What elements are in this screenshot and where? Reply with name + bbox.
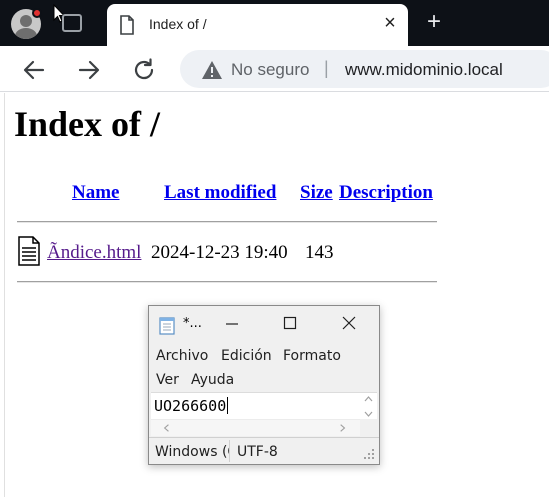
page-icon [120,15,134,35]
plus-icon[interactable]: + [422,10,446,34]
avatar-body [15,28,37,39]
page-title: Index of / [14,104,161,144]
omnibox-divider: | [324,58,329,78]
text-editor-area[interactable]: UO266600 [151,392,377,436]
column-header-description[interactable]: Description [339,182,433,204]
file-size: 143 [305,242,334,263]
encoding-status: UTF-8 [237,444,278,460]
column-header-size[interactable]: Size [300,182,333,204]
text-caret [227,397,229,414]
browser-toolbar: No seguro | www.midominio.local [0,46,549,92]
maximize-icon[interactable] [279,312,301,334]
menu-edicion[interactable]: Edición [221,348,272,364]
avatar-head [20,15,32,27]
tab-strip: Index of / × + [0,0,549,46]
minimize-icon[interactable] [221,312,243,334]
document-icon [18,236,40,266]
security-status-label[interactable]: No seguro [231,60,309,80]
column-header-name[interactable]: Name [72,182,119,204]
size-grip-icon[interactable] [363,448,375,460]
column-header-last-modified[interactable]: Last modified [164,182,276,204]
horizontal-scrollbar[interactable] [151,419,360,436]
close-icon[interactable] [338,312,360,334]
tab-title: Index of / [149,16,207,32]
url-text[interactable]: www.midominio.local [345,60,503,80]
notepad-window[interactable]: *... Archivo Edición Formato Ver Ayuda U… [148,305,380,465]
back-arrow-icon[interactable] [21,57,47,83]
menu-ver[interactable]: Ver [156,372,179,388]
menu-ayuda[interactable]: Ayuda [191,372,234,388]
reload-icon[interactable] [131,57,157,83]
status-divider [229,440,230,462]
address-bar[interactable]: No seguro | www.midominio.local [180,50,549,88]
tab-actions-icon[interactable] [62,14,82,32]
vertical-scrollbar[interactable] [360,393,377,420]
file-link[interactable]: Ãndice.html [47,242,141,264]
active-tab[interactable]: Index of / × [107,4,408,46]
scrollbar-corner [360,419,377,436]
notepad-icon [159,317,175,335]
warning-icon[interactable] [201,60,223,80]
profile-notification-badge [32,8,42,18]
file-modified-date: 2024-12-23 19:40 [151,242,288,263]
editor-content[interactable]: UO266600 [154,397,229,415]
forward-arrow-icon[interactable] [76,57,102,83]
close-icon[interactable]: × [379,12,401,34]
menu-archivo[interactable]: Archivo [156,348,208,364]
header-divider [17,221,437,223]
notepad-title: *... [183,316,202,331]
notepad-status-bar: Windows (CRLF) UTF-8 [149,437,379,464]
menu-formato[interactable]: Formato [283,348,341,364]
line-ending-status: Windows (CRLF) [155,444,229,460]
footer-divider [17,281,437,283]
